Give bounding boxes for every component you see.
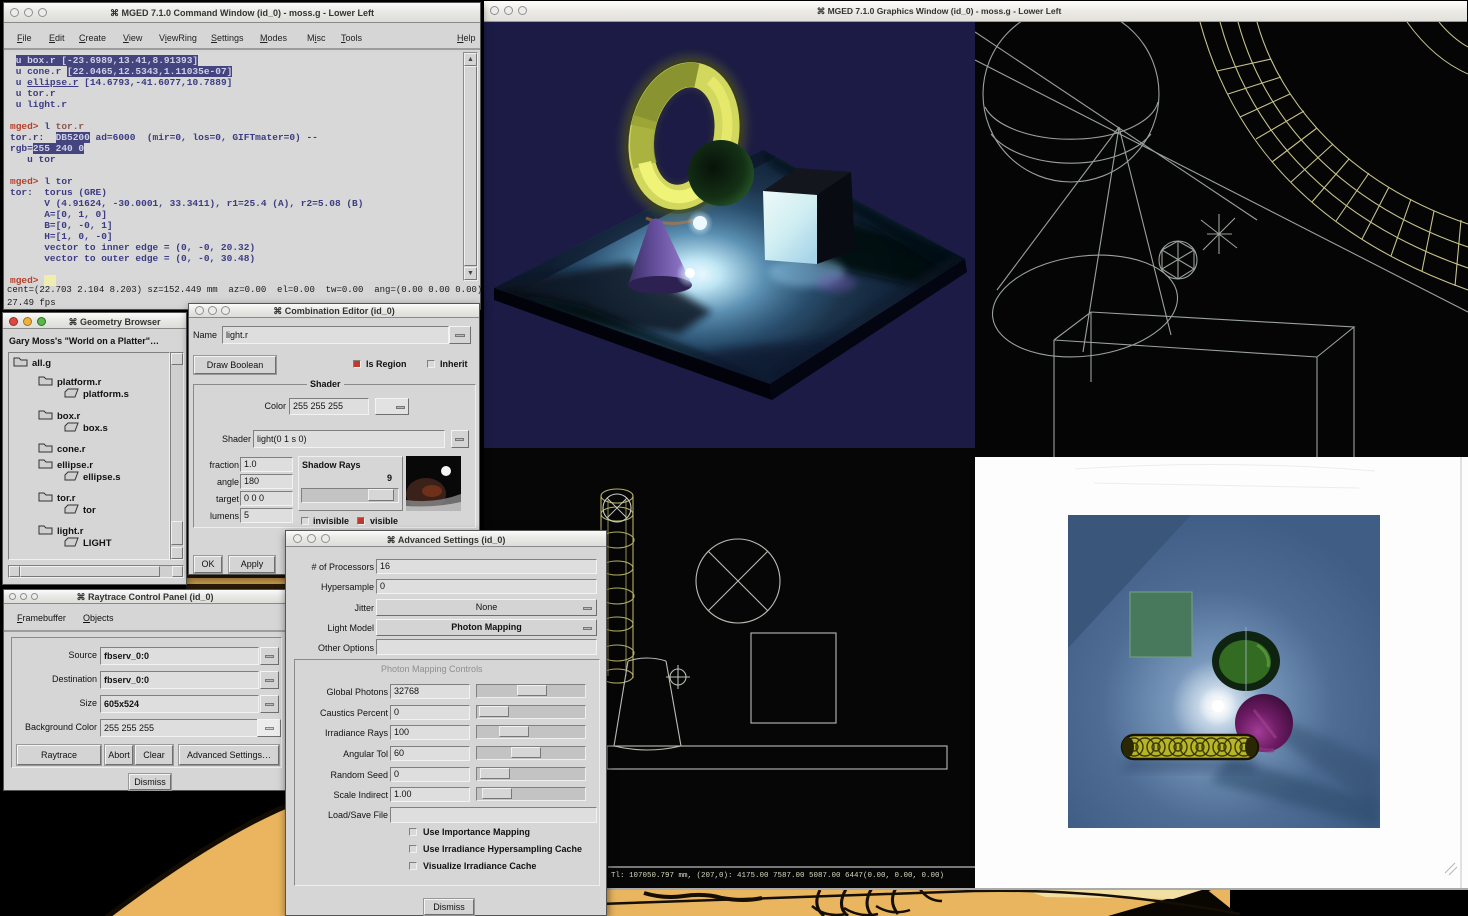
svg-text:Tl: 107050.797 mm, (207,0): 41: Tl: 107050.797 mm, (207,0): 4175.00 7587… [611, 872, 944, 880]
svg-text:cone.r: cone.r [57, 444, 86, 455]
svg-text:box.r: box.r [57, 411, 81, 422]
svg-text:platform.r: platform.r [57, 377, 102, 388]
svg-text:light.r: light.r [57, 526, 84, 537]
svg-text:ellipse.s: ellipse.s [83, 472, 121, 483]
svg-text:all.g: all.g [32, 358, 51, 369]
svg-text:LIGHT: LIGHT [83, 538, 112, 549]
svg-text:ellipse.r: ellipse.r [57, 460, 93, 471]
svg-text:tor: tor [83, 505, 96, 516]
svg-text:tor.r: tor.r [57, 493, 76, 504]
svg-text:platform.s: platform.s [83, 389, 129, 400]
svg-text:box.s: box.s [83, 423, 108, 434]
